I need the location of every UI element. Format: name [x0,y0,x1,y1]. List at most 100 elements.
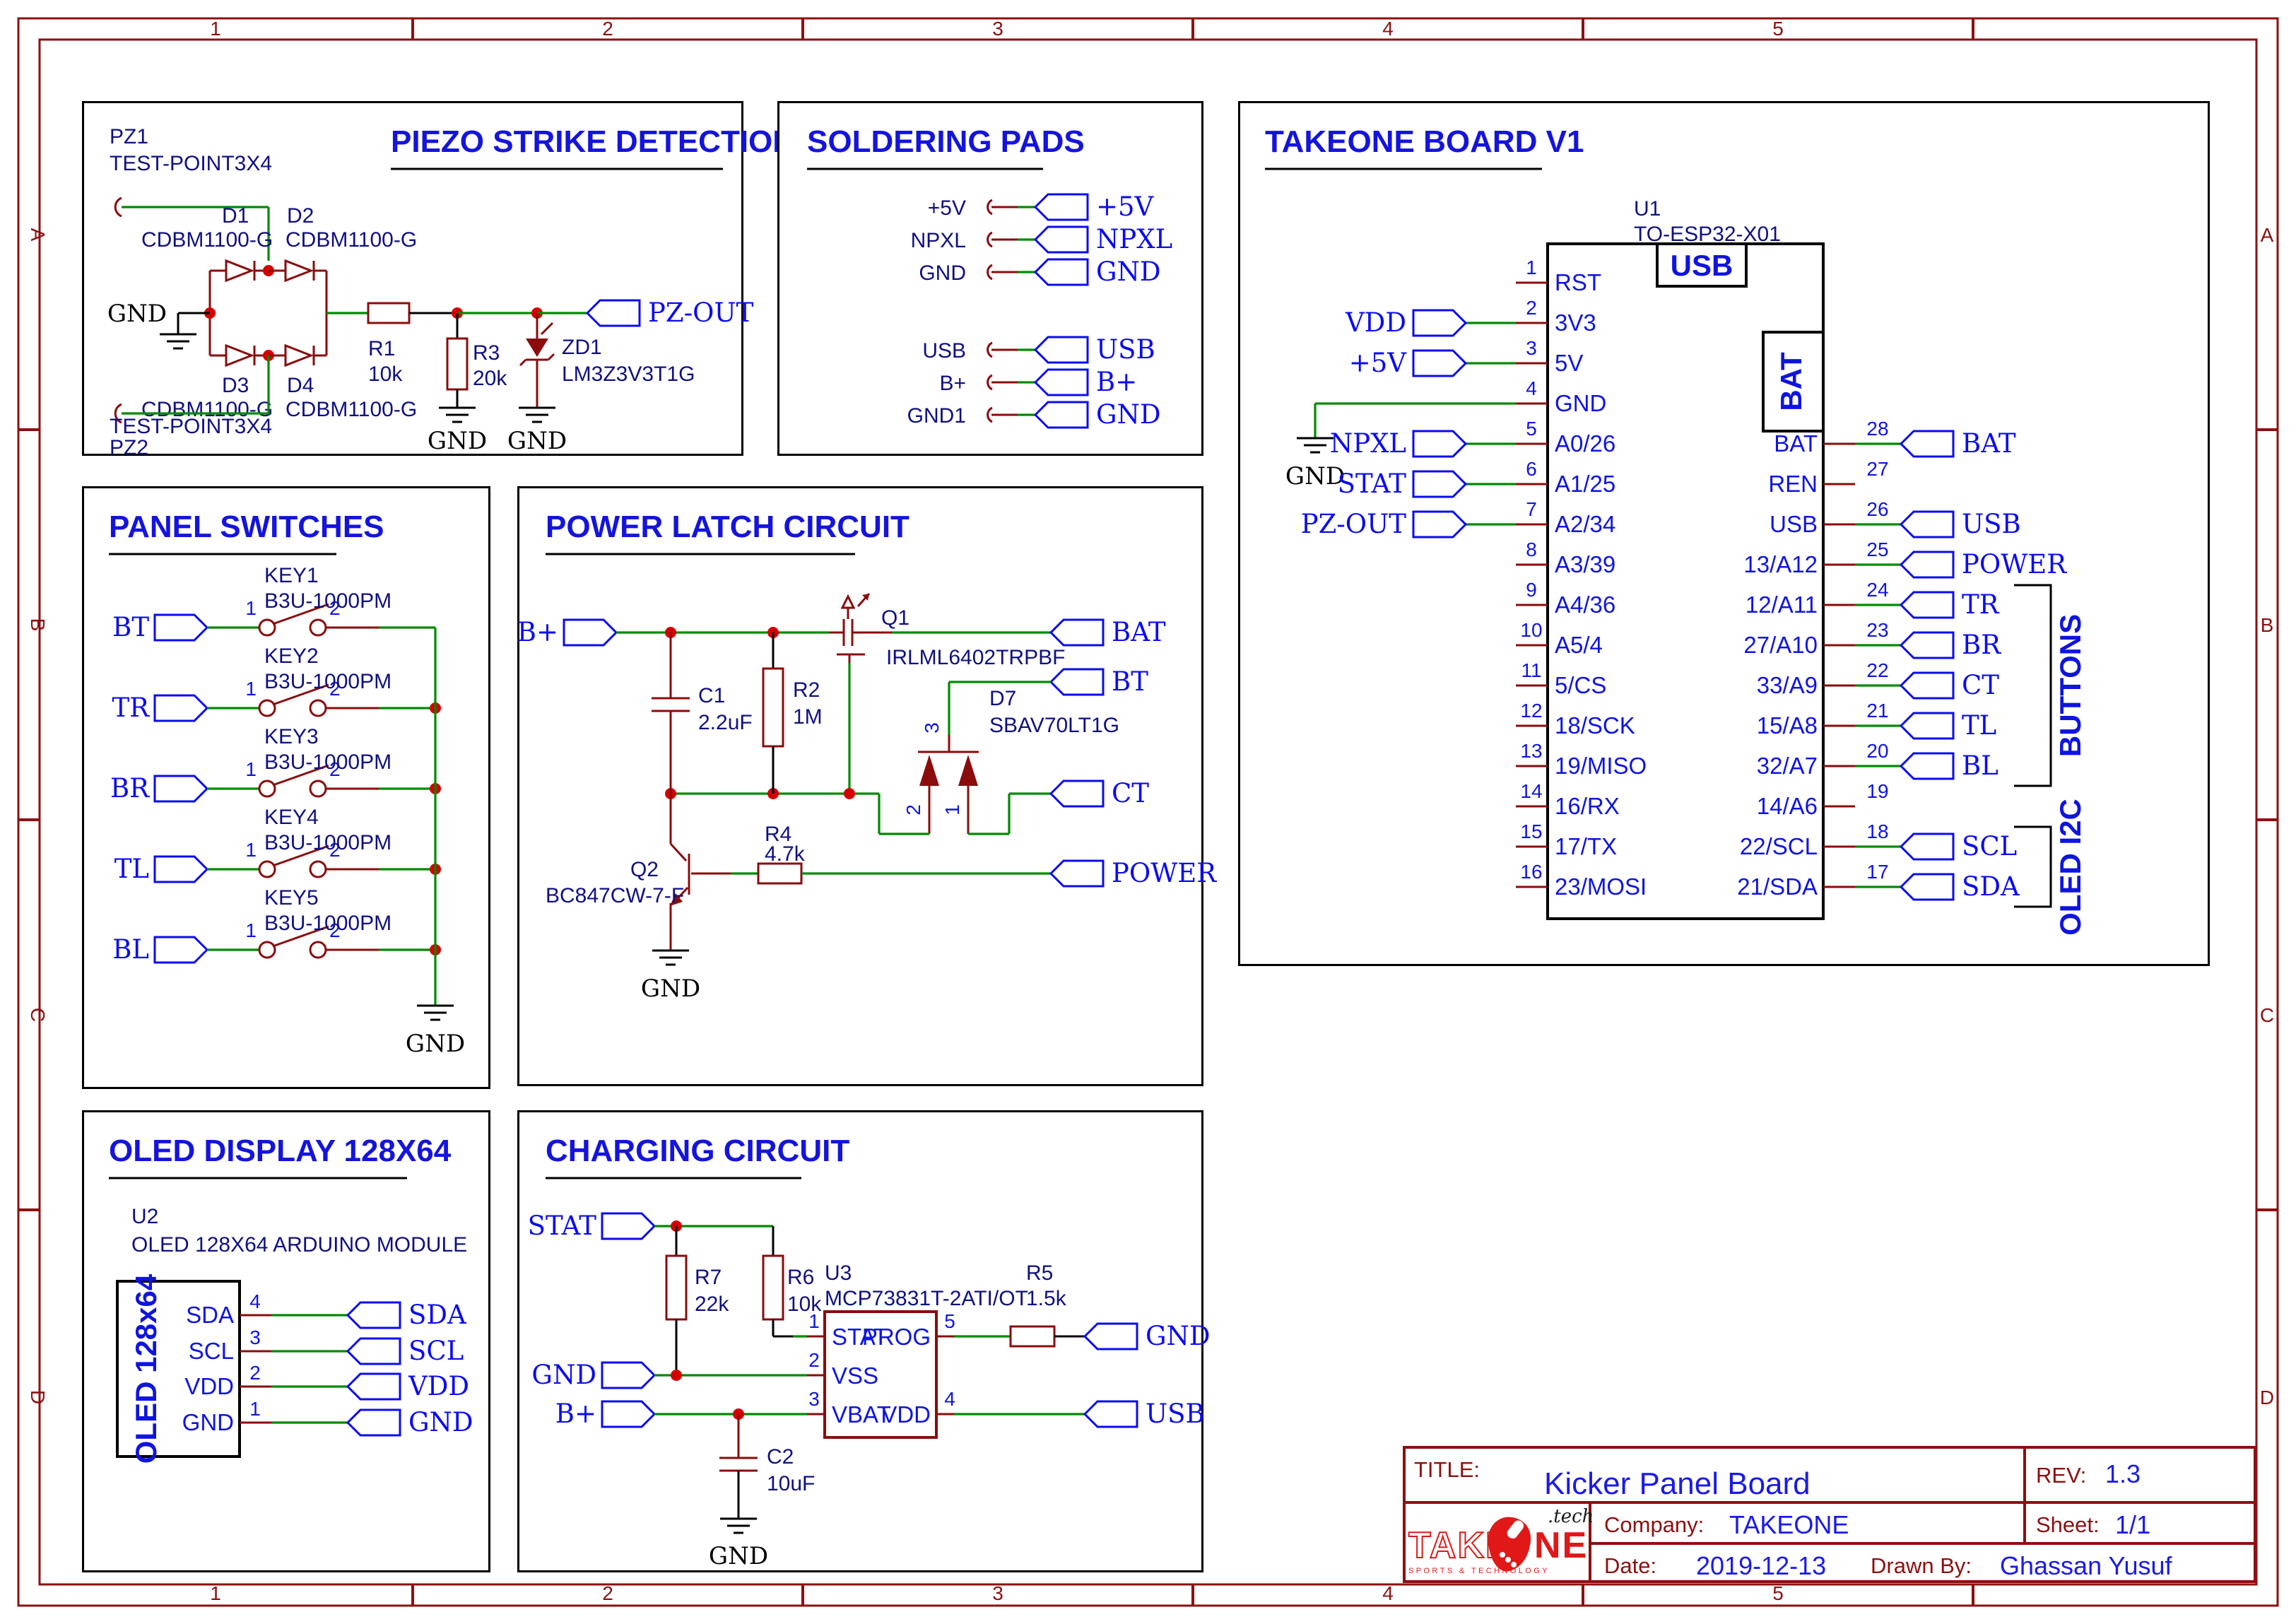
d7-pin1: 1 [941,804,963,816]
u1-pin-name: A4/36 [1555,592,1615,618]
oled-title: OLED DISPLAY 128X64 [109,1134,452,1168]
date-label: Date: [1604,1553,1656,1578]
u1-usb-label: USB [1671,249,1733,282]
d2-part: CDBM1100-G [285,228,417,252]
panel-title: PANEL SWITCHES [109,510,384,544]
net-flag [1035,370,1088,395]
d4-part: CDBM1100-G [285,398,417,421]
stat-flag-label: STAT [528,1211,597,1241]
r5-value: 1.5k [1026,1287,1067,1310]
u1-pin-name: 21/SDA [1737,873,1818,900]
c1-value: 2.2uF [698,711,753,734]
net-flag [1901,592,1953,618]
r7-value: 22k [695,1293,729,1316]
u1-pin-name: GND [1555,390,1606,416]
switch-ref: KEY1 [264,564,319,587]
u1-bat-label: BAT [1774,352,1808,411]
pad-net-label: GND [1096,257,1161,287]
switch-pin-1: 1 [245,597,257,619]
u1-right-flag-label: BR [1962,630,2001,660]
u1-left-flag-label: VDD [1345,307,1406,338]
u2-pin-number: 4 [249,1290,261,1312]
switch-net-label: TR [112,693,150,723]
net-flag [1085,1324,1137,1349]
u1-right-flag-label: TL [1962,710,1996,741]
r7-ref: R7 [695,1266,722,1289]
frame-row-right-B: B [2261,614,2274,636]
frame-col-bottom-1: 1 [210,1582,221,1604]
u1-pin-number: 21 [1866,700,1888,722]
switch-contact [259,781,275,796]
net-flag [602,1213,654,1239]
net-flag [155,937,207,963]
net-flag [602,1363,654,1388]
frame-row-left-B: B [27,618,49,632]
frame-col-top-3: 3 [992,18,1003,40]
switch-part: B3U-1000PM [264,589,392,613]
section-piezo-strike-detection: PIEZO STRIKE DETECTIONPZ1TEST-POINT3X4D1… [82,101,743,456]
bt-flag-label: BT [1112,666,1148,697]
net-flag [1035,337,1088,363]
u1-right-flag-label: CT [1962,670,1999,700]
u1-pin-name: A1/25 [1555,471,1615,497]
u3-num-1: 1 [808,1310,820,1332]
frame-row-left-A: A [27,228,49,242]
d7-part: SBAV70LT1G [989,714,1119,737]
net-flag [1413,512,1466,537]
switch-contact [310,861,326,877]
u3-num-2: 2 [808,1349,820,1371]
u1-right-flag-label: BAT [1962,428,2016,459]
section-power-latch: POWER LATCH CIRCUITB+Q1IRLML6402TRPBFBAT… [517,486,1203,1086]
piezo-title: PIEZO STRIKE DETECTION [391,124,795,159]
u1-pin-name: 22/SCL [1740,833,1818,859]
oled-i2c-group-label: OLED I2C [2054,799,2087,936]
q1-part: IRLML6402TRPBF [886,646,1065,669]
u1-right-flag-label: USB [1962,509,2021,539]
gnd-text: GND [428,427,487,455]
net-flag [155,615,207,640]
rev-value: 1.3 [2105,1459,2141,1488]
bat-flag-label: BAT [1112,617,1166,647]
net-flag [1413,310,1466,336]
u1-pin-name: 18/SCK [1555,712,1635,739]
u1-right-flag-label: POWER [1962,549,2067,579]
u1-pin-number: 3 [1526,337,1537,359]
switch-pin-1: 1 [245,839,257,861]
net-flag [348,1374,400,1399]
switch-net-label: BT [112,612,149,642]
net-flag [1901,512,1953,537]
u1-pin-number: 13 [1520,740,1542,762]
u2-part: OLED 128X64 ARDUINO MODULE [131,1233,467,1257]
u1-left-flag-label: PZ-OUT [1301,509,1407,539]
pad-pin-label: GND [919,261,966,285]
u1-pin-number: 15 [1520,820,1542,842]
logo-dot [1505,1557,1511,1563]
gnd-text: GND [406,1030,465,1058]
soldering-title: SOLDERING PADS [807,124,1085,159]
sheet-label: Sheet: [2036,1512,2100,1537]
net-flag [1035,227,1088,252]
r2-value: 1M [793,705,823,729]
net-flag [348,1302,400,1328]
u1-right-flag-label: BL [1962,751,1998,781]
logo-ne: NE [1534,1525,1588,1566]
r1-ref: R1 [368,337,395,360]
frame-row-right-D: D [2260,1387,2274,1408]
bplus-flag-label: B+ [517,617,558,647]
u2-ref: U2 [131,1205,158,1228]
r3-ref: R3 [473,341,500,365]
switch-contact [310,700,326,716]
r5-ref: R5 [1026,1261,1053,1285]
u1-right-flag-label: TR [1962,589,2000,620]
net-flag [1035,402,1088,428]
pad-pin-label: NPXL [911,229,966,252]
u2-pin-number: 1 [249,1398,261,1420]
u1-pin-name: A5/4 [1555,632,1603,658]
switch-ref: KEY4 [264,806,319,829]
u2-screen-label: OLED 128x64 [129,1273,163,1464]
u1-pin-number: 19 [1866,780,1888,802]
resistor [666,1256,686,1319]
latch-title: POWER LATCH CIRCUIT [546,510,909,544]
u3-num-5: 5 [944,1310,955,1332]
frame-row-left-C: C [27,1008,49,1022]
